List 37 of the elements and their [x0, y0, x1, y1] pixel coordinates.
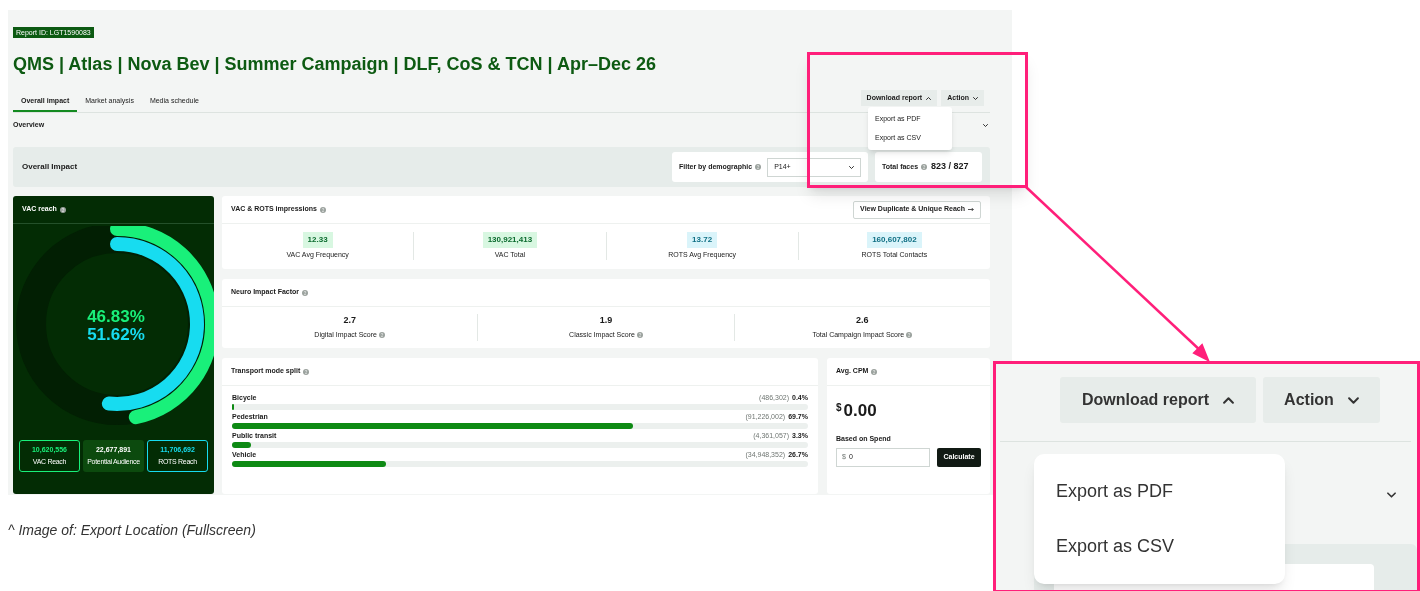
score-value: 1.9 [599, 313, 613, 327]
reach-percent: 51.62% [87, 326, 145, 344]
panel-title: Overall Impact [22, 161, 78, 173]
chevron-up-icon [926, 96, 932, 100]
dropdown-button[interactable]: Download report [1060, 377, 1256, 423]
score-value: 2.6 [856, 313, 869, 327]
currency-symbol: $ [836, 402, 842, 414]
chevron-down-icon [1387, 492, 1396, 498]
chevron-down-icon [973, 96, 978, 100]
metric-value: 160,607,802 [867, 231, 922, 248]
help-icon [379, 332, 385, 339]
arrow-right-icon [968, 207, 974, 212]
metric-value: 13.72 [687, 231, 718, 248]
total-faces-value: 823 / 827 [931, 160, 969, 174]
cpm-value: 0.00 [843, 402, 877, 420]
metric-value: 12.33 [302, 231, 333, 248]
dropdown-button[interactable]: Action [1263, 377, 1380, 423]
help-icon [59, 206, 66, 213]
help-icon [302, 289, 309, 296]
chevron-down-icon [1347, 396, 1359, 404]
metric-value: 130,921,413 [482, 231, 538, 248]
help-icon [921, 164, 928, 170]
image-caption: ^ Image of: Export Location (Fullscreen) [8, 521, 257, 540]
help-icon [755, 164, 762, 170]
help-icon [906, 332, 913, 339]
help-icon [319, 206, 326, 213]
report-title: QMS | Atlas | Nova Bev | Summer Campaign | DLF, CoS & TCN | Apr–Dec 26 [13, 53, 657, 76]
help-icon [871, 368, 878, 375]
chevron-down-icon [849, 165, 854, 169]
score-value: 2.7 [343, 313, 356, 327]
reach-percent: 46.83% [87, 308, 145, 326]
chevron-up-icon [1223, 396, 1235, 404]
menu-item[interactable]: Export as PDF [1034, 478, 1285, 505]
chevron-down-icon [983, 123, 988, 127]
help-icon [303, 368, 310, 375]
help-icon [636, 332, 643, 339]
menu-item[interactable]: Export as CSV [1034, 533, 1285, 560]
